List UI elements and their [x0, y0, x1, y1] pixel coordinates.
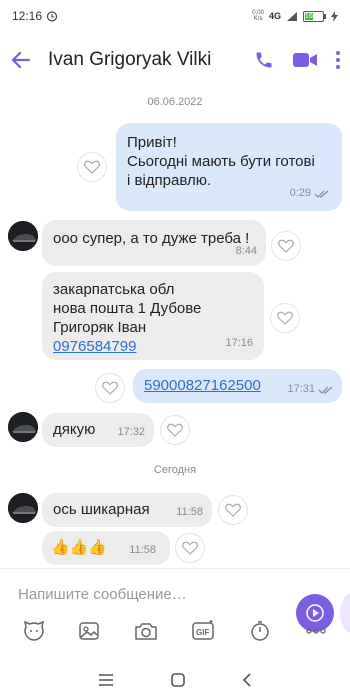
message-text: і відправлю.: [127, 172, 212, 189]
svg-text:GIF: GIF: [196, 628, 209, 637]
message-bubble-incoming[interactable]: закарпатська обл нова пошта 1 Дубове Гри…: [42, 272, 264, 360]
heart-icon: [167, 423, 183, 437]
emoji-message: 👍👍👍: [51, 539, 108, 556]
video-call-icon[interactable]: [292, 51, 318, 69]
message-bubble-outgoing[interactable]: Привіт! Сьогодні мають бути готові і від…: [116, 123, 342, 211]
heart-icon: [277, 311, 293, 325]
heart-icon: [84, 160, 100, 174]
charging-icon: [331, 10, 338, 22]
more-options-icon[interactable]: [336, 51, 340, 69]
signal-icon: [287, 11, 297, 21]
message-text: Григоряк Іван: [53, 319, 147, 336]
message-time: 8:44: [235, 245, 257, 257]
message-list[interactable]: 06.06.2022 Привіт! Сьогодні мають бути г…: [0, 88, 350, 568]
tracking-number-link[interactable]: 59000827162500: [144, 376, 261, 395]
heart-icon: [225, 503, 241, 517]
double-check-icon: [314, 190, 329, 198]
like-button[interactable]: [175, 533, 205, 563]
like-button[interactable]: [77, 152, 107, 182]
timer-icon[interactable]: [248, 619, 272, 643]
system-nav-bar: [0, 660, 350, 700]
heart-icon: [182, 541, 198, 555]
like-button[interactable]: [218, 495, 248, 525]
date-separator: Сегодня: [153, 464, 197, 476]
alarm-icon: [46, 11, 58, 22]
network-type: 4G: [268, 11, 281, 21]
message-text: закарпатська обл: [53, 281, 175, 298]
gallery-icon[interactable]: [77, 619, 101, 643]
message-bubble-incoming[interactable]: ооо супер, а то дуже треба ! 8:44: [42, 220, 266, 266]
camera-icon[interactable]: [133, 619, 159, 643]
menu-icon[interactable]: [97, 673, 115, 687]
home-icon[interactable]: [170, 672, 186, 688]
message-time: 17:16: [225, 337, 253, 349]
message-text: дякую: [53, 421, 96, 438]
network-speed: 0,00 K/s: [252, 10, 264, 22]
date-separator: 06.06.2022: [147, 96, 203, 108]
like-button[interactable]: [160, 415, 190, 445]
more-icon[interactable]: [304, 619, 328, 643]
message-text: ось шикарная: [53, 501, 150, 518]
double-check-icon: [318, 386, 333, 394]
battery-level: 16: [304, 12, 313, 20]
heart-icon: [102, 381, 118, 395]
heart-icon: [278, 239, 294, 253]
sticker-icon[interactable]: [22, 619, 46, 643]
message-time: 17:32: [117, 426, 145, 438]
message-time: 17:31: [287, 383, 315, 395]
back-arrow-icon[interactable]: [10, 49, 32, 71]
avatar[interactable]: [8, 412, 38, 442]
message-text: ооо супер, а то дуже треба !: [53, 230, 250, 247]
contact-name[interactable]: Ivan Grigoryak Vilki: [48, 49, 254, 71]
message-bubble-outgoing[interactable]: 59000827162500 17:31: [133, 369, 342, 403]
avatar[interactable]: [8, 493, 38, 523]
message-text: Привіт!: [127, 134, 177, 151]
message-bubble-incoming[interactable]: дякую 17:32: [42, 413, 154, 447]
gif-icon[interactable]: GIF: [191, 619, 217, 643]
clock: 12:16: [12, 9, 43, 23]
message-bubble-incoming[interactable]: 👍👍👍 11:58: [42, 531, 170, 565]
status-bar: 12:16 0,00 K/s 4G 16: [0, 0, 350, 32]
phone-call-icon[interactable]: [254, 50, 274, 70]
message-input[interactable]: Напишите сообщение…: [18, 586, 332, 603]
message-time: 11:58: [129, 544, 156, 556]
message-bubble-incoming[interactable]: ось шикарная 11:58: [42, 493, 212, 527]
composer-toolbar: GIF: [0, 612, 350, 650]
message-time: 0:29: [289, 187, 311, 199]
avatar[interactable]: [8, 221, 38, 251]
like-button[interactable]: [271, 231, 301, 261]
phone-link[interactable]: 0976584799: [53, 337, 201, 356]
like-button[interactable]: [95, 373, 125, 403]
chat-header: Ivan Grigoryak Vilki: [0, 32, 350, 88]
back-icon[interactable]: [241, 672, 253, 688]
message-text: Сьогодні мають бути готові: [127, 153, 315, 170]
battery-icon: 16: [303, 10, 326, 22]
message-text: нова пошта 1 Дубове: [53, 300, 202, 317]
like-button[interactable]: [270, 303, 300, 333]
message-time: 11:58: [176, 506, 203, 518]
